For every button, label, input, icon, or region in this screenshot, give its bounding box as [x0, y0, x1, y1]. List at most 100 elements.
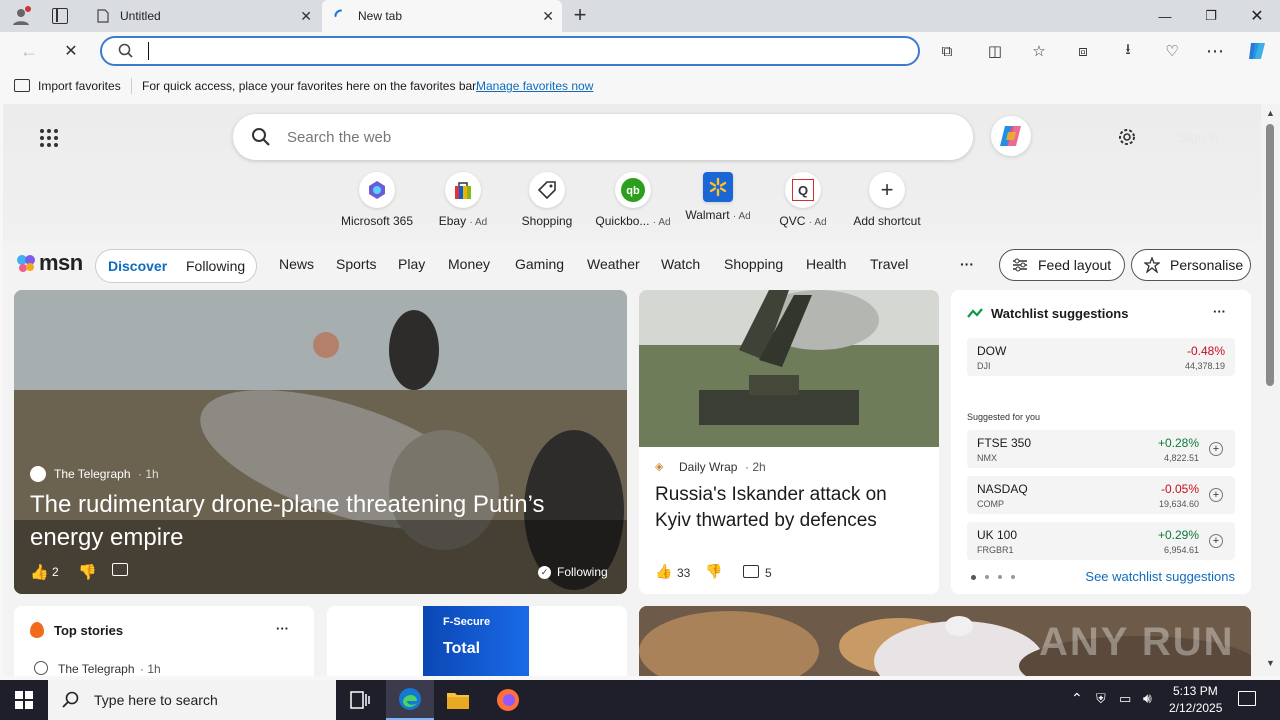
- nav-more-icon[interactable]: ···: [960, 256, 974, 272]
- nav-watch[interactable]: Watch: [661, 256, 700, 272]
- extensions-icon[interactable]: ⧉: [932, 36, 962, 66]
- taskbar-search-box[interactable]: Type here to search: [48, 680, 336, 720]
- edge-icon[interactable]: [386, 680, 434, 720]
- browser-essentials-icon[interactable]: ♡: [1157, 36, 1187, 66]
- stock-row-ftse-350[interactable]: FTSE 350 NMX +0.28% 4,822.51 +: [967, 430, 1235, 468]
- windows-start-icon[interactable]: [0, 680, 48, 720]
- notifications-icon[interactable]: [1238, 691, 1256, 706]
- watchlist-more-icon[interactable]: ···: [1213, 304, 1226, 319]
- personalise-button[interactable]: Personalise: [1131, 249, 1251, 281]
- nav-shopping[interactable]: Shopping: [724, 256, 783, 272]
- profile-icon[interactable]: [10, 6, 32, 26]
- nav-play[interactable]: Play: [398, 256, 425, 272]
- tab-discover[interactable]: Discover: [108, 258, 167, 274]
- like-icon[interactable]: 👍: [655, 563, 672, 580]
- favorites-bar: Import favorites For quick access, place…: [0, 70, 1280, 102]
- scroll-up-icon[interactable]: ▲: [1266, 108, 1275, 118]
- split-screen-icon[interactable]: ◫: [980, 36, 1010, 66]
- shortcut-qvc[interactable]: Q QVC · Ad: [761, 172, 845, 228]
- nav-travel[interactable]: Travel: [870, 256, 908, 272]
- tab-actions-icon[interactable]: [52, 8, 68, 24]
- downloads-icon[interactable]: ⭳: [1113, 36, 1143, 66]
- nav-news[interactable]: News: [279, 256, 314, 272]
- msn-logo[interactable]: msn: [15, 249, 83, 277]
- close-window-button[interactable]: ✕: [1234, 0, 1280, 32]
- nav-gaming[interactable]: Gaming: [515, 256, 564, 272]
- dislike-icon[interactable]: 👎: [705, 563, 722, 580]
- shortcut-add[interactable]: + Add shortcut: [845, 172, 929, 228]
- collections-icon[interactable]: ⧈: [1068, 36, 1098, 66]
- shortcut-quickbooks[interactable]: qb Quickbo... · Ad: [591, 172, 675, 228]
- shortcut-microsoft-365[interactable]: Microsoft 365: [335, 172, 419, 228]
- svg-text:qb: qb: [626, 185, 640, 197]
- nav-health[interactable]: Health: [806, 256, 846, 272]
- clock-date[interactable]: 2/12/2025: [1169, 701, 1222, 715]
- stock-row-uk-100[interactable]: UK 100 FRGBR1 +0.29% 6,954.61 +: [967, 522, 1235, 560]
- copilot-icon[interactable]: [991, 116, 1031, 156]
- new-tab-button[interactable]: +: [568, 4, 592, 28]
- carousel-dots[interactable]: [971, 575, 1015, 580]
- favorites-icon[interactable]: ☆: [1024, 36, 1054, 66]
- hero-story-card[interactable]: The Telegraph · 1h The rudimentary drone…: [14, 290, 627, 594]
- page-scrollbar[interactable]: ▲ ▼: [1261, 104, 1280, 676]
- like-icon[interactable]: 👍: [30, 563, 49, 581]
- following-badge[interactable]: ✓ Following: [538, 562, 608, 582]
- show-hidden-icons[interactable]: ⌃: [1071, 690, 1083, 707]
- address-input[interactable]: [148, 42, 149, 60]
- firefox-icon[interactable]: [484, 680, 532, 720]
- network-icon[interactable]: ▭: [1119, 691, 1131, 707]
- close-tab-icon[interactable]: ✕: [542, 8, 554, 25]
- comment-icon[interactable]: [112, 563, 128, 576]
- sign-in-link[interactable]: Sign in: [1179, 130, 1219, 145]
- stock-row-dow[interactable]: DOW DJI -0.48% 44,378.19: [967, 338, 1235, 376]
- clock-time[interactable]: 5:13 PM: [1173, 684, 1218, 698]
- stock-row-nasdaq[interactable]: NASDAQ COMP -0.05% 19,634.60 +: [967, 476, 1235, 514]
- search-icon: [62, 691, 80, 709]
- manage-favorites-link[interactable]: Manage favorites now: [476, 79, 593, 93]
- ad-card[interactable]: F-Secure Total: [327, 606, 627, 676]
- stop-loading-button[interactable]: ✕: [56, 36, 86, 66]
- tab-untitled[interactable]: Untitled ✕: [84, 0, 320, 32]
- close-tab-icon[interactable]: ✕: [300, 8, 312, 25]
- copilot-icon[interactable]: [1242, 36, 1272, 66]
- tab-new-tab[interactable]: New tab ✕: [322, 0, 562, 32]
- security-icon[interactable]: ⛨: [1096, 691, 1106, 707]
- add-to-watchlist-icon[interactable]: +: [1209, 534, 1223, 548]
- watchlist-card: Watchlist suggestions ··· DOW DJI -0.48%…: [951, 290, 1251, 594]
- see-watchlist-link[interactable]: See watchlist suggestions: [1085, 569, 1235, 584]
- web-search-input[interactable]: Search the web: [287, 129, 391, 146]
- top-stories-more-icon[interactable]: ···: [276, 621, 289, 636]
- nav-weather[interactable]: Weather: [587, 256, 640, 272]
- scroll-thumb[interactable]: [1266, 124, 1274, 386]
- volume-icon[interactable]: 🔊︎: [1143, 690, 1152, 707]
- nav-money[interactable]: Money: [448, 256, 490, 272]
- nav-sports[interactable]: Sports: [336, 256, 376, 272]
- file-explorer-icon[interactable]: [434, 680, 482, 720]
- import-favorites-button[interactable]: Import favorites: [38, 79, 121, 93]
- settings-gear-icon[interactable]: [1117, 127, 1137, 147]
- story-headline[interactable]: The rudimentary drone-plane threatening …: [30, 488, 590, 554]
- apps-grid-icon[interactable]: [39, 128, 59, 148]
- add-to-watchlist-icon[interactable]: +: [1209, 488, 1223, 502]
- story-headline[interactable]: Russia's Iskander attack on Kyiv thwarte…: [655, 482, 925, 534]
- search-icon: [118, 43, 134, 64]
- web-search-box[interactable]: Search the web: [233, 114, 973, 160]
- scroll-down-icon[interactable]: ▼: [1266, 658, 1275, 668]
- back-button[interactable]: ←: [14, 36, 44, 66]
- settings-more-icon[interactable]: ⋯: [1200, 36, 1230, 66]
- feed-layout-button[interactable]: Feed layout: [999, 249, 1125, 281]
- minimize-button[interactable]: —: [1142, 0, 1188, 32]
- task-view-icon[interactable]: [336, 680, 384, 720]
- shortcut-shopping[interactable]: Shopping: [505, 172, 589, 228]
- dislike-icon[interactable]: 👎: [78, 563, 97, 581]
- food-story-card[interactable]: ANY RUN: [639, 606, 1251, 676]
- comment-icon[interactable]: [743, 565, 759, 578]
- shortcut-ebay[interactable]: Ebay · Ad: [421, 172, 505, 228]
- restore-button[interactable]: ❐: [1188, 0, 1234, 32]
- shortcut-walmart[interactable]: Walmart · Ad: [676, 172, 760, 222]
- story-age: · 1h: [140, 662, 161, 676]
- story-card[interactable]: ◈ Daily Wrap · 2h Russia's Iskander atta…: [639, 290, 939, 594]
- add-to-watchlist-icon[interactable]: +: [1209, 442, 1223, 456]
- tab-following[interactable]: Following: [186, 258, 245, 274]
- address-bar[interactable]: [100, 36, 920, 66]
